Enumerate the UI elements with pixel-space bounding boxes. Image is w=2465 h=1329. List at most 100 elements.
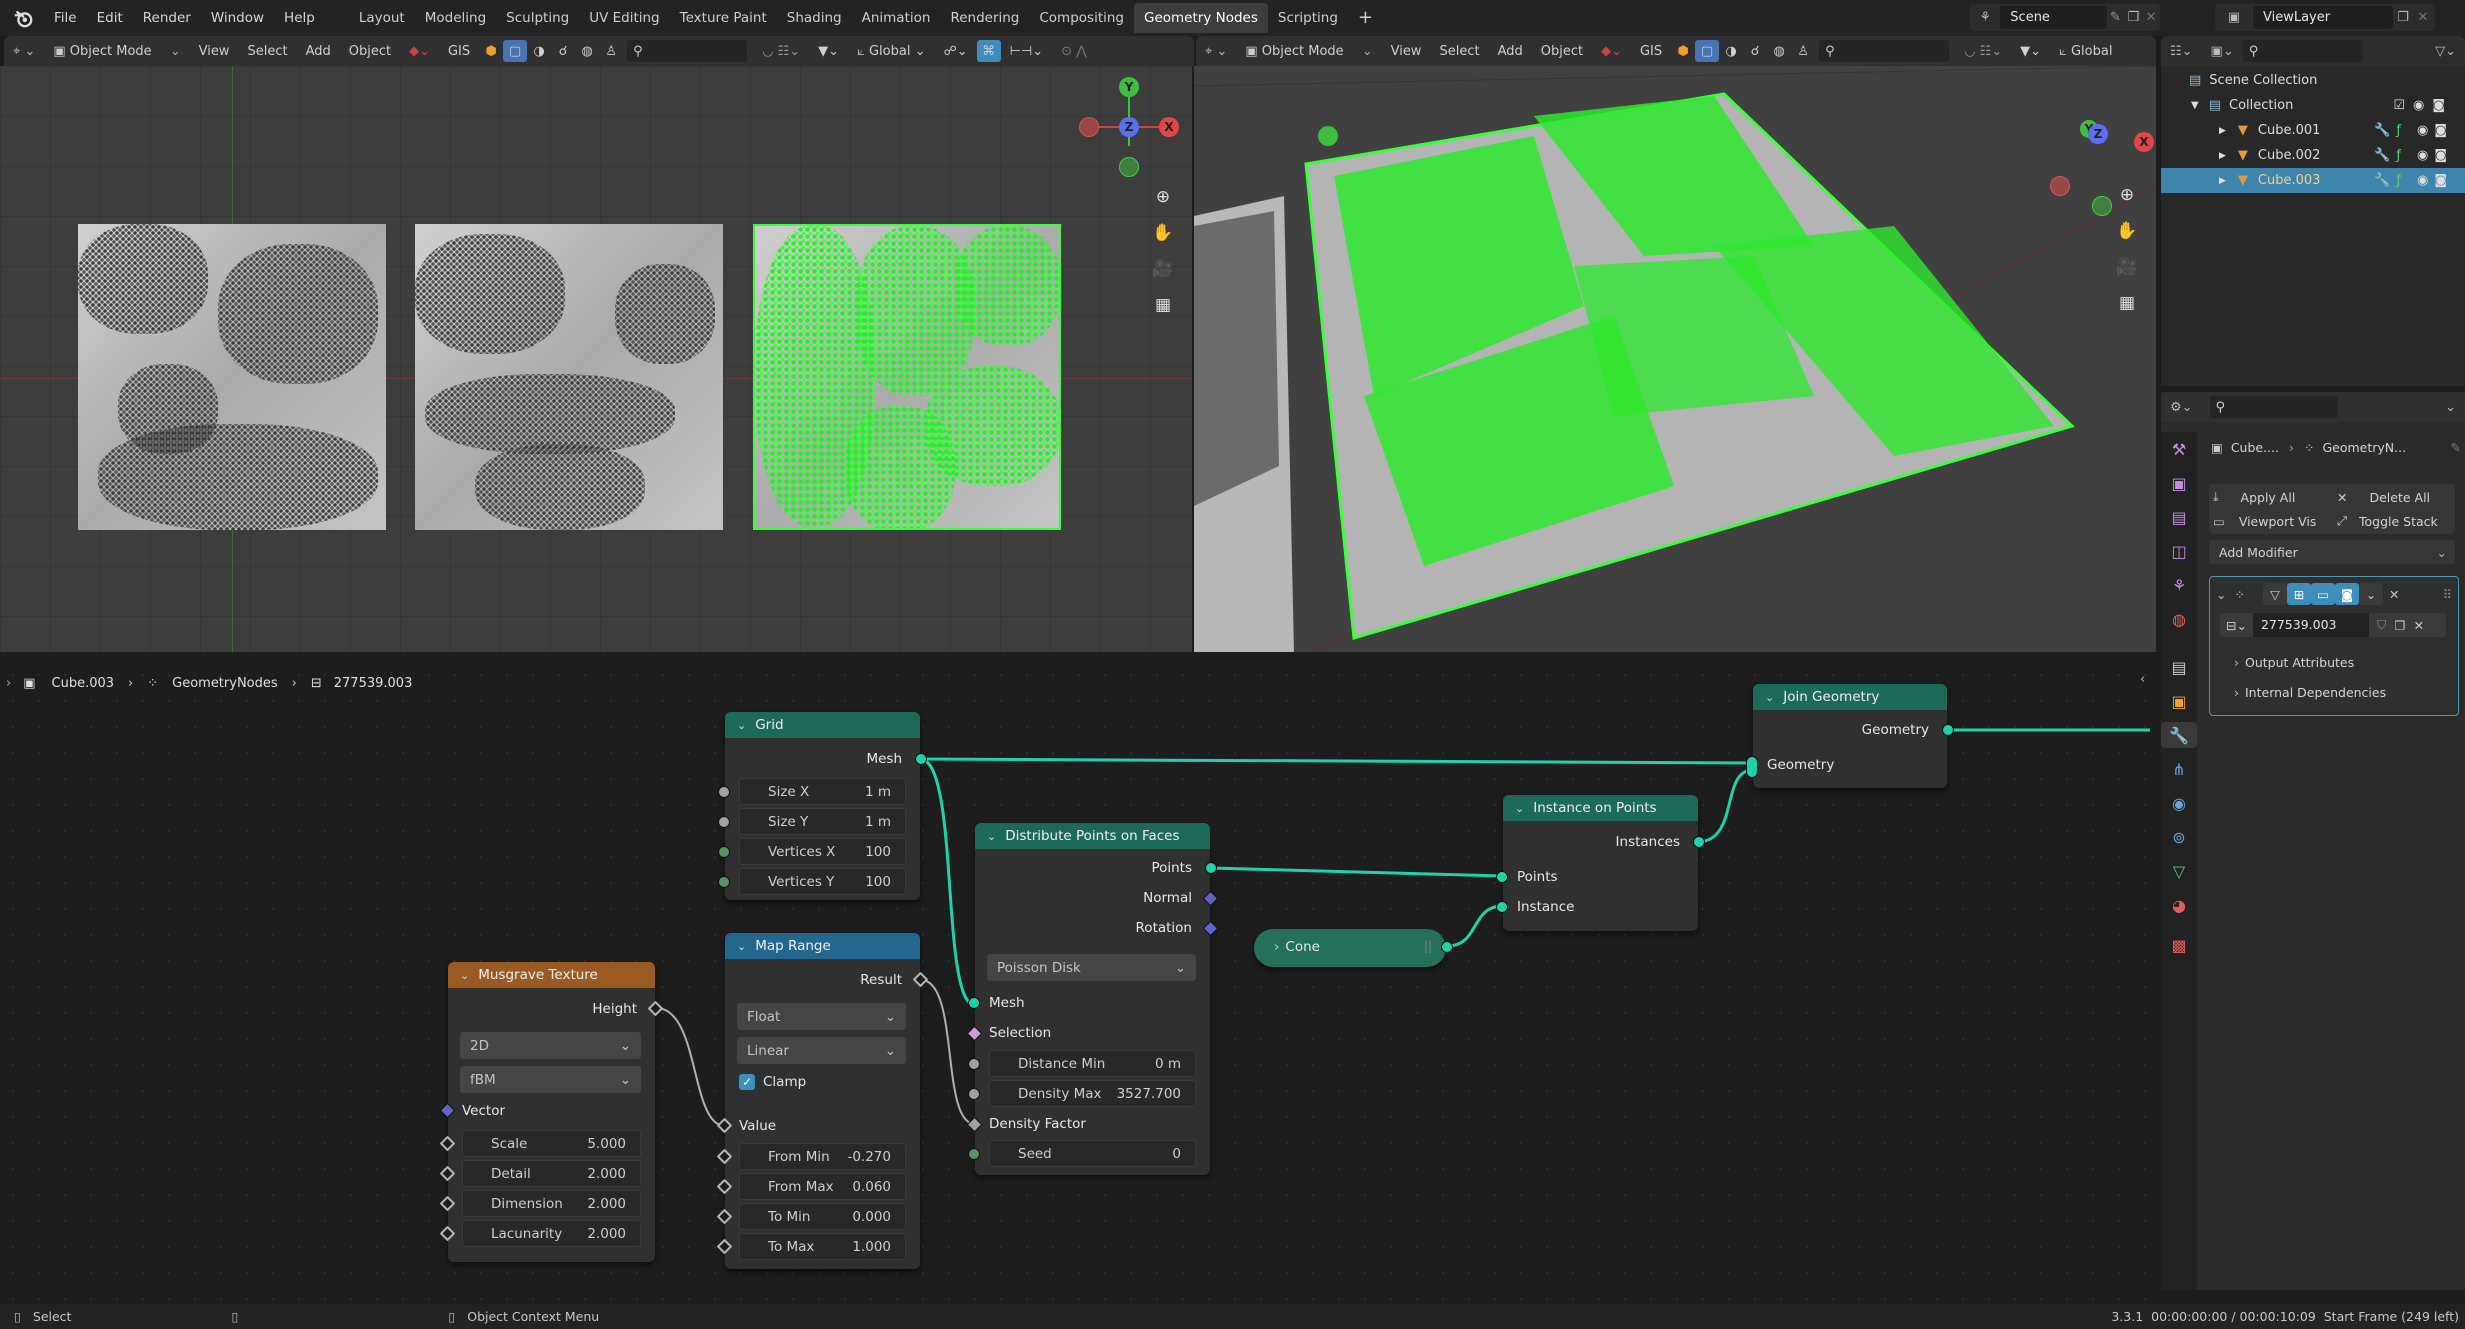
gizmo-neg-x[interactable] [1079,117,1099,137]
node-header[interactable]: ⌄ Map Range [725,933,920,959]
hierarchy-icon[interactable]: ◡ ☷⌄ [1955,44,2011,59]
tool-tab-icon[interactable]: ⚒ [2166,436,2192,462]
texture-tab-icon[interactable]: ▩ [2166,932,2192,958]
addon-icon[interactable]: ◆⌄ [400,44,439,59]
proportional-icon[interactable]: ⊙ ⋀ [1052,44,1096,59]
socket-cone-out[interactable] [1441,941,1453,953]
pan-hand-icon[interactable]: ✋ [1148,218,1178,248]
paint-icon[interactable]: ♙ [599,40,623,62]
filter-icon[interactable]: ▼⌄ [809,44,848,59]
object-tab-icon[interactable]: ▣ [2166,688,2192,714]
tab-geometry-nodes[interactable]: Geometry Nodes [1134,3,1268,33]
node-tree-icon[interactable]: ⊟⌄ [2226,618,2247,633]
color-icon[interactable]: ⬢ [479,40,503,62]
visibility-toggles[interactable]: ☑◉◙ [2393,98,2453,113]
clamp-checkbox[interactable]: ✓ Clamp [725,1068,920,1096]
gizmo-z-axis[interactable]: Z [1119,117,1139,137]
expand-chevron-icon[interactable]: › [1274,939,1279,955]
render-toggle-icon[interactable]: ◙ [2334,583,2359,605]
select-box-icon[interactable]: ▢ [503,40,528,62]
expand-triangle-icon[interactable]: ▶ [2219,151,2226,161]
collapse-chevron-icon[interactable]: ⌄ [1765,691,1774,704]
data-type-dropdown[interactable]: Float ⌄ [737,1003,906,1030]
fake-user-shield-icon[interactable]: ⛉ [2377,617,2386,633]
interpolation-dropdown[interactable]: Linear ⌄ [737,1037,906,1064]
output-tab-icon[interactable]: ▤ [2166,504,2192,530]
perspective-grid-icon[interactable]: ▦ [2112,288,2142,318]
blender-logo-icon[interactable] [12,7,34,29]
socket-seed[interactable] [968,1148,980,1160]
filter-icon[interactable]: ▽⌄ [2426,44,2465,59]
object-mode-dropdown[interactable]: ▣ Object Mode ⌄ [1236,44,1381,59]
menu-select[interactable]: Select [238,44,296,59]
field-from-min[interactable]: From Min -0.270 [739,1143,906,1170]
add-workspace-button[interactable]: + [1348,3,1383,33]
musgrave-type-dropdown[interactable]: fBM ⌄ [460,1066,641,1093]
options-chevron-icon[interactable]: ⌄ [2436,400,2465,415]
pan-hand-icon[interactable]: ✋ [2112,216,2142,246]
field-seed[interactable]: Seed 0 [989,1140,1196,1167]
editor-type-icon[interactable]: ⚙⌄ [2161,400,2202,415]
socket-vertices-y[interactable] [718,876,730,888]
collapse-chevron-icon[interactable]: ⌄ [737,940,746,953]
node-header[interactable]: ⌄ Join Geometry [1753,684,1947,710]
menu-file[interactable]: File [44,0,87,36]
pin-icon[interactable]: ✎ [2451,440,2461,455]
scene-collection-row[interactable]: ▤ Scene Collection [2161,68,2465,93]
socket-size-x[interactable] [718,786,730,798]
ortho-grid-icon[interactable]: ▦ [1148,290,1178,320]
constraints-tab-icon[interactable]: ⊚ [2166,824,2192,850]
world-icon[interactable]: ◍ [575,40,599,62]
modifier-tab-icon[interactable]: 🔧 [2161,722,2197,748]
tab-animation[interactable]: Animation [852,3,941,33]
gizmo-y-axis[interactable]: Y [1119,77,1139,97]
dimensions-dropdown[interactable]: 2D ⌄ [460,1032,641,1059]
field-distance-min[interactable]: Distance Min 0 m [989,1050,1196,1077]
menu-add[interactable]: Add [1489,44,1532,59]
node-header[interactable]: ⌄ Instance on Points [1503,795,1698,821]
gizmo-x-axis[interactable]: X [1159,117,1179,137]
field-density-max[interactable]: Density Max 3527.700 [989,1080,1196,1107]
node-cone-collapsed[interactable]: › Cone || [1254,929,1453,967]
view-layer-icon[interactable]: ▣ [2215,10,2253,25]
material-icon[interactable]: ☌ [1743,40,1767,62]
node-distribute-points-on-faces[interactable]: ⌄ Distribute Points on Faces Points Norma… [966,823,1219,1175]
field-from-max[interactable]: From Max 0.060 [739,1173,906,1200]
camera-icon[interactable]: 🎥 [1148,254,1178,284]
particles-tab-icon[interactable]: ⋔ [2166,756,2192,782]
socket-points-out[interactable] [1205,862,1217,874]
field-to-max[interactable]: To Max 1.000 [739,1233,906,1260]
material-tab-icon[interactable]: ◕ [2166,892,2192,918]
socket-distance-min[interactable] [968,1058,980,1070]
menu-edit[interactable]: Edit [87,0,133,36]
collapse-chevron-icon[interactable]: ⌄ [737,719,746,732]
field-dimension[interactable]: Dimension 2.000 [462,1190,641,1217]
field-lacunarity[interactable]: Lacunarity 2.000 [462,1220,641,1247]
zoom-icon[interactable]: ⊕ [1148,182,1178,212]
menu-render[interactable]: Render [133,0,201,36]
field-vertices-y[interactable]: Vertices Y 100 [739,868,906,895]
expand-triangle-icon[interactable]: ▼ [2191,100,2199,111]
socket-mesh-out[interactable] [915,753,927,765]
gizmo-neg-x[interactable] [2050,176,2070,196]
viewport-toggle-icon[interactable]: ▭ [2310,583,2335,605]
collapse-chevron-icon[interactable]: ⌄ [460,969,469,982]
view-layer-field[interactable]: ViewLayer [2253,6,2393,29]
gizmo-z-axis[interactable]: Z [2088,124,2108,144]
add-modifier-dropdown[interactable]: Add Modifier ⌄ [2209,540,2455,564]
new-view-layer-icon[interactable]: ❐ [2393,10,2413,25]
viewport-vis-button[interactable]: ▭ Viewport Vis [2213,510,2331,532]
snap-icon[interactable]: ⌘ [976,40,1001,62]
shading-icon[interactable]: ◑ [527,40,551,62]
orientation-dropdown[interactable]: ⟀ Global ⌄ [848,44,934,59]
tab-texture-paint[interactable]: Texture Paint [670,3,777,33]
zoom-icon[interactable]: ⊕ [2112,180,2142,210]
plane-cube-002[interactable] [415,224,723,530]
expand-triangle-icon[interactable]: ▶ [2219,126,2226,136]
socket-size-y[interactable] [718,816,730,828]
socket-instance-in[interactable] [1496,901,1508,913]
outliner-search[interactable]: ⚲ [2242,40,2363,62]
gis-menu[interactable]: GIS [439,44,479,59]
orientation-dropdown[interactable]: ⟀ Global [2050,44,2121,59]
field-size-y[interactable]: Size Y1 m [739,808,906,835]
